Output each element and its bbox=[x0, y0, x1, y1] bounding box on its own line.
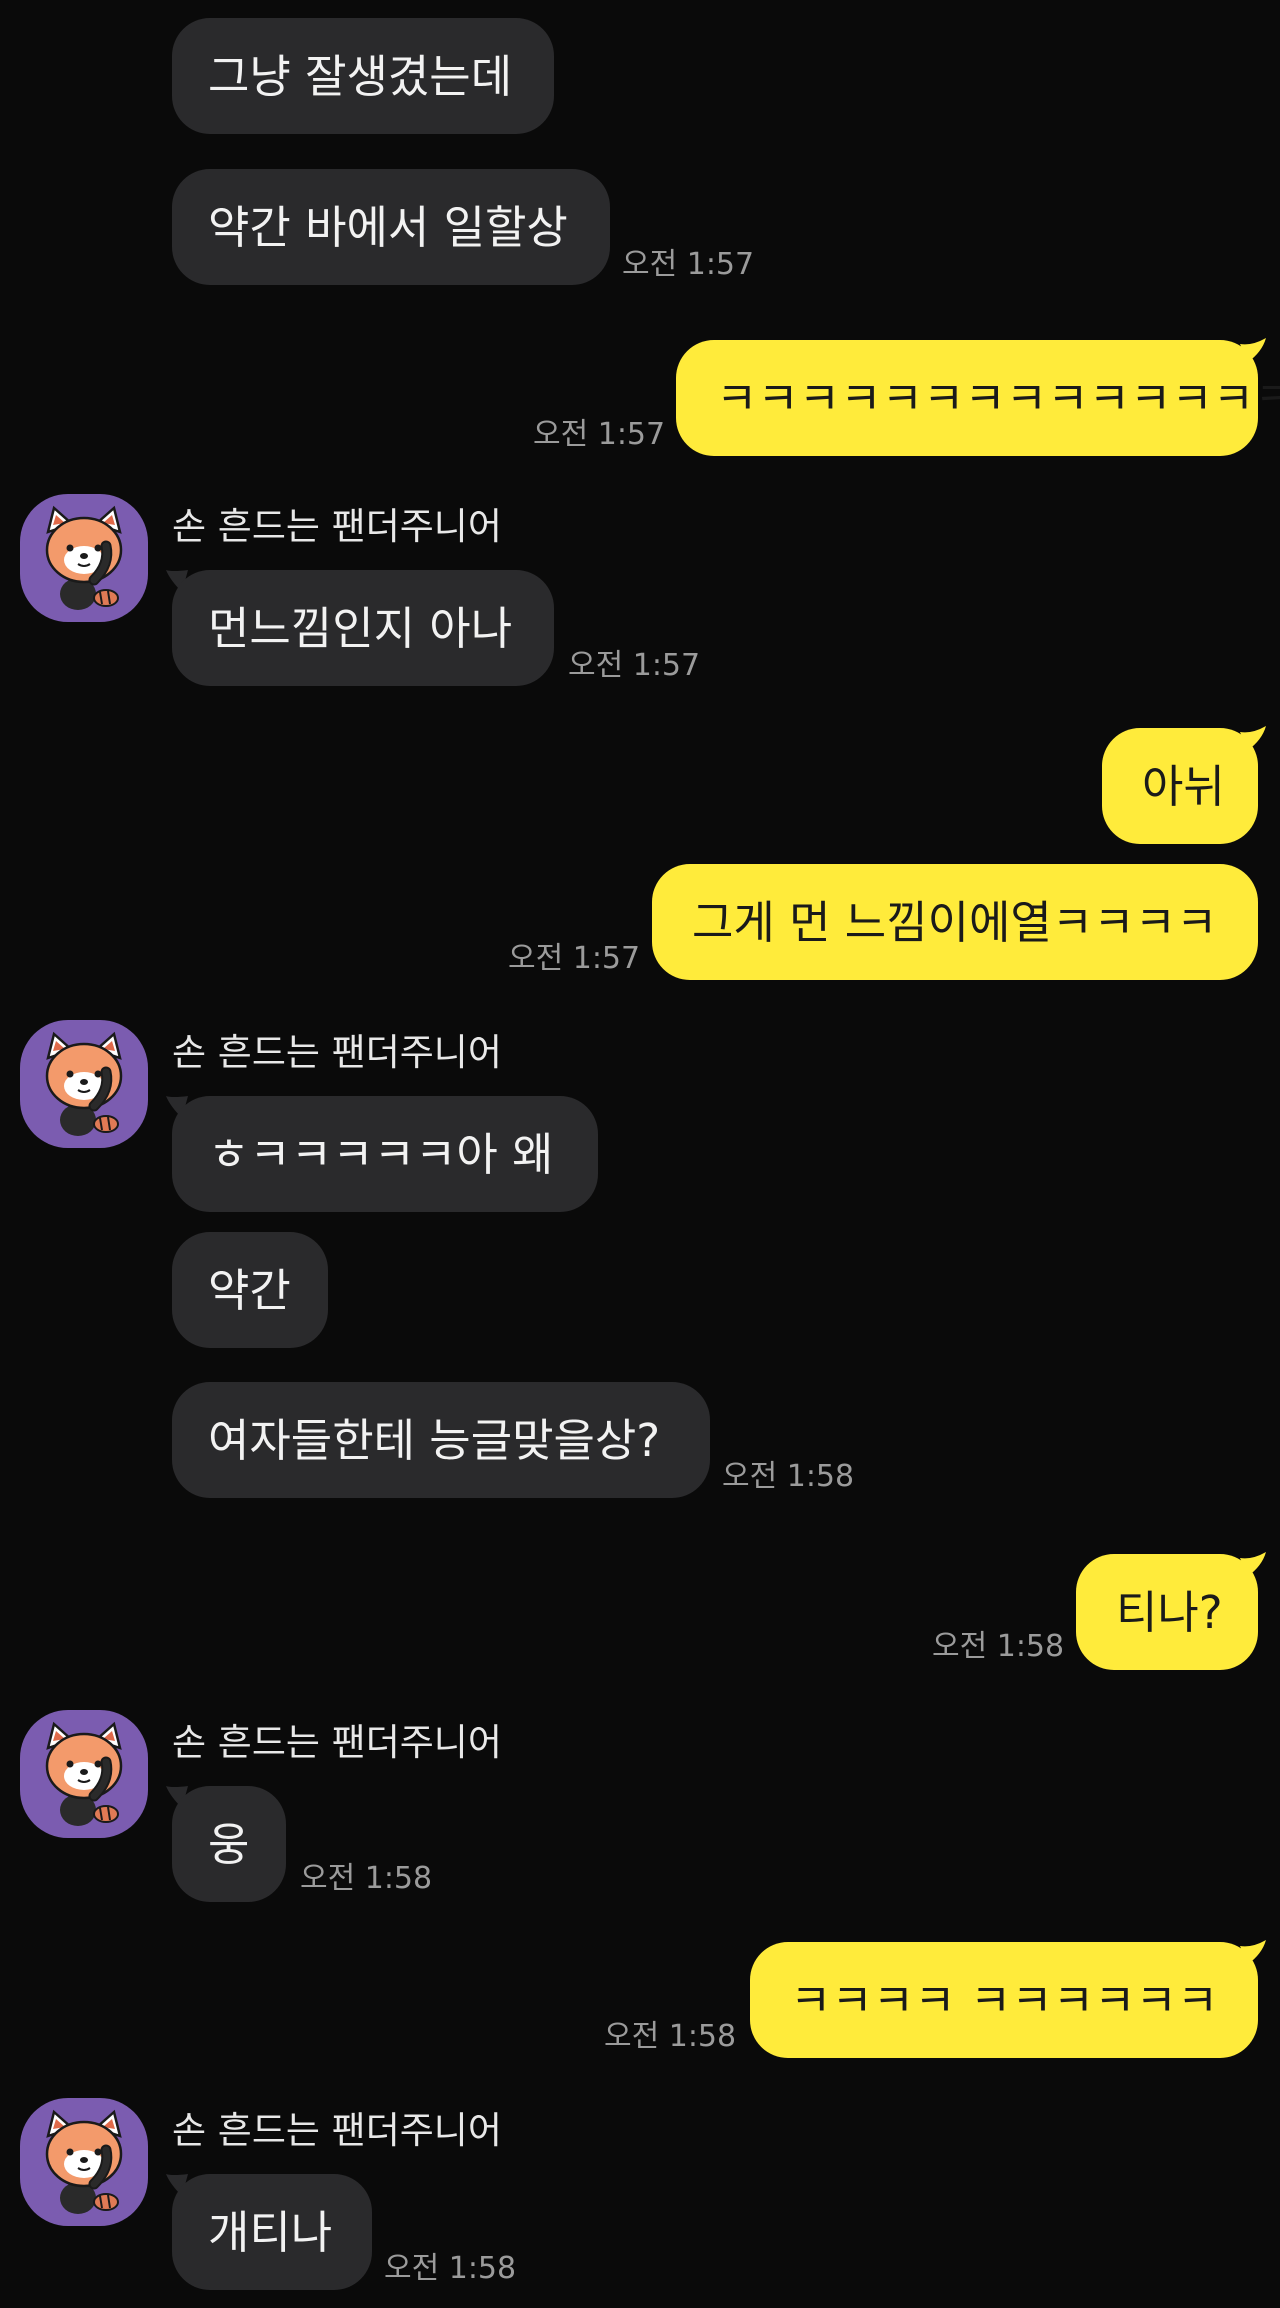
outgoing-message-bubble[interactable]: ㅋㅋㅋㅋ ㅋㅋㅋㅋㅋㅋ bbox=[750, 1942, 1258, 2058]
message-text: ㅋㅋㅋㅋㅋㅋㅋㅋㅋㅋㅋㅋㅋㅋ bbox=[716, 371, 1280, 425]
message-timestamp: 오전 1:57 bbox=[568, 648, 701, 683]
message-timestamp: 오전 1:58 bbox=[932, 1629, 1065, 1664]
incoming-message-bubble[interactable]: ㅎㅋㅋㅋㅋㅋ아 왜 bbox=[172, 1096, 598, 1212]
message-text: 약간 바에서 일할상 bbox=[208, 200, 568, 254]
message-timestamp: 오전 1:57 bbox=[533, 417, 666, 452]
message-timestamp: 오전 1:58 bbox=[300, 1861, 433, 1896]
sender-name: 손 흔드는 팬더주니어 bbox=[172, 2109, 502, 2152]
incoming-message-bubble[interactable]: 여자들한테 능글맞을상? bbox=[172, 1382, 710, 1498]
outgoing-bubble-tail bbox=[1240, 338, 1266, 362]
incoming-message-bubble[interactable]: 먼느낌인지 아나 bbox=[172, 570, 554, 686]
outgoing-bubble-tail bbox=[1240, 1552, 1266, 1576]
message-timestamp: 오전 1:58 bbox=[722, 1459, 855, 1494]
message-text: 티나? bbox=[1116, 1585, 1223, 1639]
message-timestamp: 오전 1:57 bbox=[508, 941, 641, 976]
outgoing-message-bubble[interactable]: 아뉘 bbox=[1102, 728, 1258, 844]
message-text: ㅋㅋㅋㅋ ㅋㅋㅋㅋㅋㅋ bbox=[790, 1973, 1219, 2027]
incoming-message-bubble[interactable]: 약간 바에서 일할상 bbox=[172, 169, 610, 285]
sender-avatar[interactable] bbox=[20, 2098, 148, 2226]
message-text: ㅎㅋㅋㅋㅋㅋ아 왜 bbox=[208, 1127, 554, 1181]
message-text: 웅 bbox=[208, 1817, 250, 1871]
message-timestamp: 오전 1:57 bbox=[622, 247, 755, 282]
sender-name: 손 흔드는 팬더주니어 bbox=[172, 1031, 502, 1074]
sender-avatar[interactable] bbox=[20, 1020, 148, 1148]
sender-avatar[interactable] bbox=[20, 494, 148, 622]
message-text: 여자들한테 능글맞을상? bbox=[208, 1413, 661, 1467]
incoming-message-bubble[interactable]: 그냥 잘생겼는데 bbox=[172, 18, 554, 134]
message-timestamp: 오전 1:58 bbox=[604, 2019, 737, 2054]
sender-name: 손 흔드는 팬더주니어 bbox=[172, 1721, 502, 1764]
message-text: 개티나 bbox=[208, 2205, 333, 2259]
outgoing-message-bubble[interactable]: ㅋㅋㅋㅋㅋㅋㅋㅋㅋㅋㅋㅋㅋㅋ bbox=[676, 340, 1280, 456]
message-timestamp: 오전 1:58 bbox=[384, 2251, 517, 2286]
incoming-message-bubble[interactable]: 웅 bbox=[172, 1786, 286, 1902]
incoming-message-bubble[interactable]: 개티나 bbox=[172, 2174, 372, 2290]
sender-avatar[interactable] bbox=[20, 1710, 148, 1838]
outgoing-bubble-tail bbox=[1240, 726, 1266, 750]
incoming-message-bubble[interactable]: 약간 bbox=[172, 1232, 328, 1348]
message-text: 먼느낌인지 아나 bbox=[208, 601, 513, 655]
message-text: 약간 bbox=[208, 1263, 291, 1317]
sender-name: 손 흔드는 팬더주니어 bbox=[172, 505, 502, 548]
message-text: 아뉘 bbox=[1142, 759, 1225, 813]
outgoing-message-bubble[interactable]: 티나? bbox=[1076, 1554, 1258, 1670]
message-text: 그냥 잘생겼는데 bbox=[208, 49, 513, 103]
outgoing-bubble-tail bbox=[1240, 1940, 1266, 1964]
message-text: 그게 먼 느낌이에열ㅋㅋㅋㅋ bbox=[692, 895, 1218, 949]
outgoing-message-bubble[interactable]: 그게 먼 느낌이에열ㅋㅋㅋㅋ bbox=[652, 864, 1258, 980]
